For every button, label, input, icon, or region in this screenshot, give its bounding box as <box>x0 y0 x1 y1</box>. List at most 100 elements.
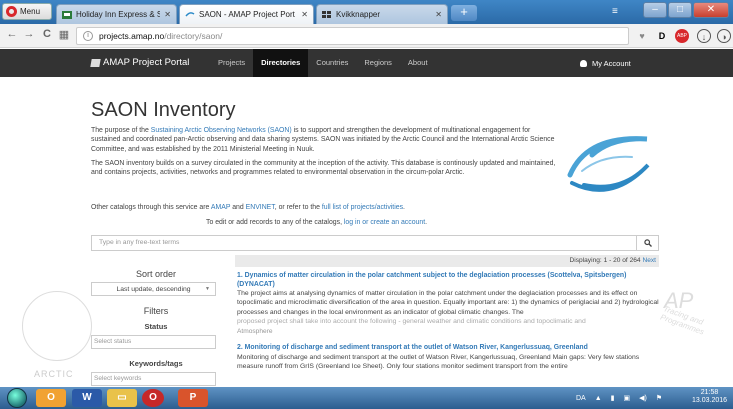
filter-sidebar: Sort order Last update, descending ▼ Fil… <box>91 269 221 386</box>
amap-link[interactable]: AMAP <box>211 204 230 211</box>
url-path: /directory/saon/ <box>164 31 223 41</box>
result-count-text: Displaying: 1 - 20 of 264 <box>569 257 643 264</box>
result-summary: The project aims at analysing dynamics o… <box>237 290 659 316</box>
site-info-icon[interactable]: i <box>83 31 93 41</box>
opera-taskbar-icon[interactable]: O <box>142 389 164 407</box>
powerpoint-taskbar-icon[interactable]: P <box>178 389 208 407</box>
sort-order-heading: Sort order <box>135 269 177 279</box>
book-icon <box>90 58 101 67</box>
tab-close-icon[interactable]: ✕ <box>164 10 171 19</box>
tab-holiday-inn[interactable]: Holiday Inn Express & Suit ✕ <box>56 4 177 24</box>
bookmark-heart-icon[interactable]: ♥ <box>635 29 649 43</box>
next-page-link[interactable]: Next <box>642 257 656 264</box>
extension-icon[interactable]: D <box>655 29 669 43</box>
url-field[interactable]: i projects.amap.no/directory/saon/ <box>76 27 629 45</box>
pagination-bar: Displaying: 1 - 20 of 264 Next <box>235 255 659 267</box>
tab-title: Kvikknapper <box>336 10 381 19</box>
caret-down-icon: ▼ <box>205 286 210 292</box>
results-list: 1. Dynamics of matter circulation in the… <box>237 272 659 371</box>
clock-time: 21:58 <box>700 389 719 396</box>
catalogs-text: . <box>403 204 405 211</box>
start-button[interactable] <box>7 388 27 408</box>
download-icon[interactable]: ↓ <box>697 29 711 43</box>
browser-tab-bar: Menu Holiday Inn Express & Suit ✕ SAON -… <box>0 0 733 24</box>
result-title-link[interactable]: 2. Monitoring of discharge and sediment … <box>237 344 659 353</box>
search-input[interactable]: Type in any free-text terms <box>91 235 659 251</box>
nav-directories[interactable]: Directories <box>253 49 309 77</box>
close-window-button[interactable]: ✕ <box>693 2 729 18</box>
clock-date: 13.03.2016 <box>692 397 728 404</box>
saon-link[interactable]: Sustaining Arctic Observing Networks (SA… <box>151 127 292 134</box>
result-summary-faded: proposed project shall take into account… <box>237 317 586 325</box>
main-nav: Projects Directories Countries Regions A… <box>210 49 436 77</box>
brand-link[interactable]: AMAP Project Portal <box>90 57 190 68</box>
status-heading: Status <box>144 322 168 331</box>
extension-icon-2[interactable]: ◑ <box>717 29 731 43</box>
brand-label: AMAP Project Portal <box>103 57 190 68</box>
minimize-button[interactable]: – <box>643 2 667 18</box>
page-title: SAON Inventory <box>91 99 236 121</box>
browser-menu-label: Menu <box>20 7 41 16</box>
browser-menu-button[interactable]: Menu <box>2 3 52 20</box>
windows-taskbar: O W ▭ O P DA ▲ ▮ ▣ ◀) ⚑ 21:58 13.03.2016 <box>0 387 733 409</box>
adblock-icon[interactable]: ABP <box>675 29 689 43</box>
edit-text: To edit or add records to any of the cat… <box>206 219 344 226</box>
url-host: projects.amap.no <box>99 31 165 41</box>
nav-countries[interactable]: Countries <box>308 49 356 77</box>
ap-watermark-sub: Tracing and Programmes <box>659 304 706 337</box>
tab-close-icon[interactable]: ✕ <box>301 10 308 19</box>
signal-icon[interactable]: ▮ <box>611 394 615 402</box>
full-list-link[interactable]: full list of projects/activities <box>322 204 403 211</box>
back-arrow-icon[interactable]: ← <box>5 28 19 40</box>
envinet-link[interactable]: ENVINET <box>246 204 275 211</box>
language-indicator[interactable]: DA <box>576 395 586 402</box>
nav-about[interactable]: About <box>400 49 436 77</box>
status-select[interactable]: Select status <box>91 335 216 349</box>
tab-saon-amap[interactable]: SAON - AMAP Project Port ✕ <box>179 4 314 24</box>
catalogs-text: Other catalogs through this service are <box>91 204 211 211</box>
catalogs-text: , or refer to the <box>274 204 322 211</box>
nav-regions[interactable]: Regions <box>356 49 400 77</box>
stash-icon[interactable]: ≡ <box>612 6 624 17</box>
url-text: projects.amap.no/directory/saon/ <box>99 31 222 41</box>
show-hidden-icons-icon[interactable]: ▲ <box>595 395 602 402</box>
nav-projects[interactable]: Projects <box>210 49 253 77</box>
address-bar: ← → C ▦ i projects.amap.no/directory/sao… <box>0 24 733 48</box>
reload-icon[interactable]: C <box>40 28 54 40</box>
login-link[interactable]: log in or create an account <box>344 219 425 226</box>
sort-order-select[interactable]: Last update, descending ▼ <box>91 282 216 296</box>
forward-arrow-icon[interactable]: → <box>22 28 36 40</box>
opera-logo-icon <box>6 6 17 17</box>
keywords-select[interactable]: Select keywords <box>91 372 216 386</box>
result-title-link[interactable]: 1. Dynamics of matter circulation in the… <box>237 272 659 289</box>
volume-icon[interactable]: ◀) <box>639 394 647 402</box>
tab-close-icon[interactable]: ✕ <box>435 10 442 19</box>
speed-dial-grid-icon <box>322 10 331 18</box>
new-tab-button[interactable]: + <box>451 5 477 21</box>
arctic-watermark-text: ARCTIC <box>34 369 74 379</box>
result-count: Displaying: 1 - 20 of 264 Next <box>569 257 656 264</box>
hotel-favicon-icon <box>62 10 72 19</box>
amap-swirl-favicon-icon <box>185 11 195 16</box>
my-account-link[interactable]: My Account <box>580 59 631 68</box>
explorer-taskbar-icon[interactable]: ▭ <box>107 389 137 407</box>
outlook-taskbar-icon[interactable]: O <box>36 389 66 407</box>
edit-line: To edit or add records to any of the cat… <box>206 219 427 226</box>
filters-heading: Filters <box>143 306 169 316</box>
flag-icon[interactable]: ⚑ <box>656 394 662 402</box>
window-controls: – □ ✕ <box>643 2 729 18</box>
catalogs-line: Other catalogs through this service are … <box>91 204 405 211</box>
network-icon[interactable]: ▣ <box>624 394 631 402</box>
edit-text: . <box>425 219 428 226</box>
search-button[interactable] <box>636 236 658 250</box>
tab-title: Holiday Inn Express & Suit <box>76 10 160 19</box>
intro-paragraph: The purpose of the Sustaining Arctic Obs… <box>91 126 556 154</box>
maximize-button[interactable]: □ <box>668 2 692 18</box>
account-label: My Account <box>592 59 631 68</box>
word-taskbar-icon[interactable]: W <box>72 389 102 407</box>
clock[interactable]: 21:58 13.03.2016 <box>692 389 727 405</box>
search-icon <box>643 239 652 247</box>
result-tag[interactable]: Atmosphere <box>237 328 659 335</box>
tab-kvikknapper[interactable]: Kvikknapper ✕ <box>316 4 448 24</box>
speed-dial-icon[interactable]: ▦ <box>57 28 71 41</box>
